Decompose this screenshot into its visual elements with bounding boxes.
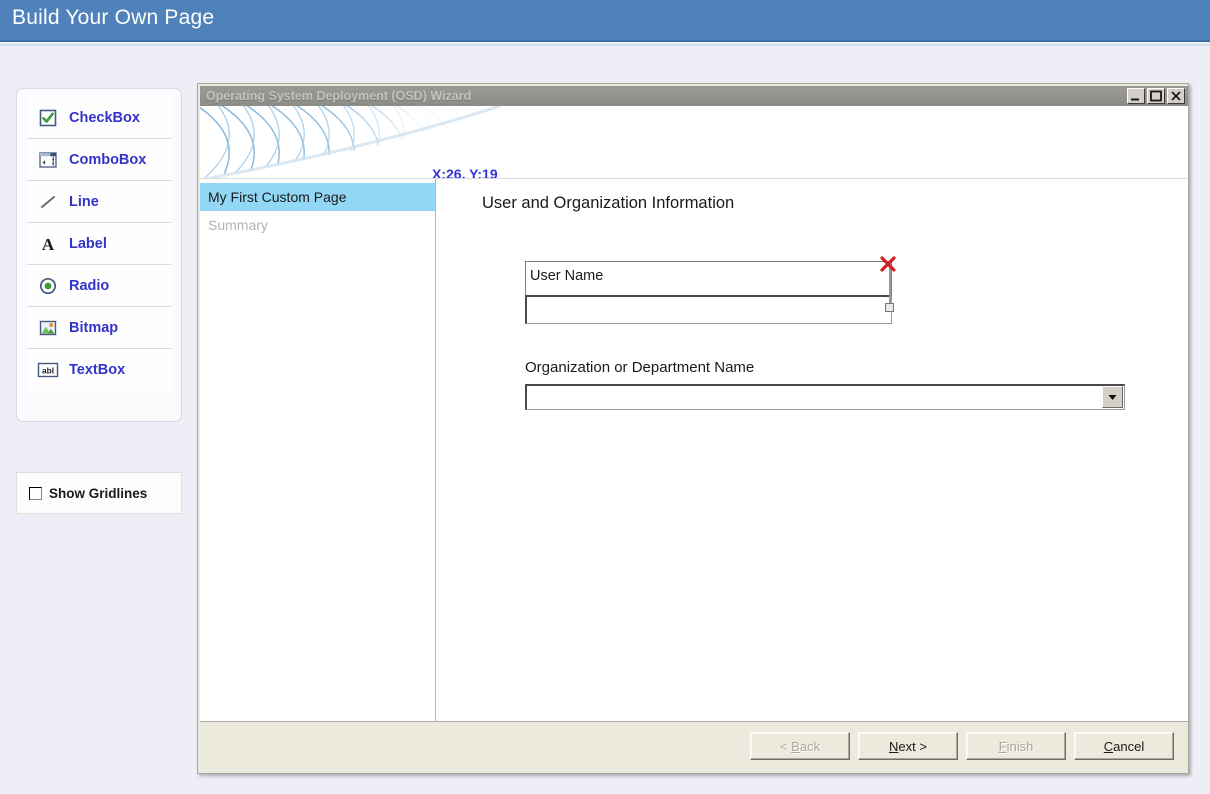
organization-control-group[interactable]: Organization or Department Name (525, 359, 1125, 410)
label-icon: A (37, 233, 59, 255)
chevron-down-icon[interactable] (1102, 386, 1123, 408)
show-gridlines-row[interactable]: Show Gridlines (16, 472, 182, 514)
window-controls (1127, 88, 1185, 104)
tool-label: Label (69, 235, 107, 252)
organization-label: Organization or Department Name (525, 359, 755, 376)
tool-label: TextBox (69, 362, 126, 378)
next-button-label: Next > (889, 738, 927, 754)
organization-combobox[interactable] (525, 384, 1125, 410)
wizard-title: Operating System Deployment (OSD) Wizard (206, 89, 472, 103)
header-underline (0, 44, 1210, 47)
tool-label: Bitmap (69, 319, 119, 336)
wizard-body: My First Custom Page Summary User and Or… (200, 178, 1188, 721)
finish-button[interactable]: Finish (966, 732, 1066, 760)
tool-item-radio[interactable]: Radio (27, 265, 171, 307)
tool-label: ComboBox (69, 151, 147, 168)
username-control-group[interactable]: User Name (525, 256, 896, 324)
delete-x-marker-icon (880, 256, 896, 272)
close-icon[interactable] (1167, 88, 1185, 104)
tool-label: Line (69, 193, 99, 210)
cursor-coordinates: X:26, Y:19 (432, 166, 498, 178)
wizard-titlebar[interactable]: Operating System Deployment (OSD) Wizard (200, 86, 1188, 106)
next-button[interactable]: Next > (858, 732, 958, 760)
tool-item-combobox[interactable]: ComboBox (27, 139, 171, 181)
tool-item-label[interactable]: A Label (27, 223, 171, 265)
osd-wizard-window: Operating System Deployment (OSD) Wizard (197, 83, 1189, 774)
svg-text:A: A (42, 235, 55, 254)
bitmap-icon (37, 317, 59, 339)
back-button[interactable]: < Back (750, 732, 850, 760)
tool-item-checkbox[interactable]: CheckBox (27, 97, 171, 139)
content-heading: User and Organization Information (482, 194, 735, 212)
username-input[interactable] (525, 295, 892, 324)
app-header: Build Your Own Page (0, 0, 1210, 42)
nav-item-label: Summary (208, 217, 268, 233)
cancel-button[interactable]: Cancel (1074, 732, 1174, 760)
finish-button-label: Finish (998, 738, 1034, 754)
combobox-icon (37, 149, 59, 171)
tool-item-line[interactable]: Line (27, 181, 171, 223)
checkbox-icon (37, 107, 59, 129)
page-root: Build Your Own Page CheckBox ComboBox Li… (0, 0, 1210, 794)
tool-item-bitmap[interactable]: Bitmap (27, 307, 171, 349)
tool-item-textbox[interactable]: abl TextBox (27, 349, 171, 391)
svg-text:abl: abl (42, 366, 54, 376)
maximize-icon[interactable] (1147, 88, 1165, 104)
radio-icon (37, 275, 59, 297)
show-gridlines-checkbox[interactable] (29, 486, 42, 500)
resize-handle[interactable] (885, 303, 894, 312)
page-title: Build Your Own Page (12, 6, 215, 29)
tool-label: Radio (69, 277, 110, 294)
back-button-label: < Back (779, 738, 821, 754)
nav-item-label: My First Custom Page (208, 189, 347, 205)
wizard-button-bar: < Back Next > Finish Cancel (750, 732, 1174, 760)
cancel-button-label: Cancel (1103, 738, 1145, 754)
toolbox-panel: CheckBox ComboBox Line A Label Radio Bit… (16, 88, 182, 422)
line-icon (37, 191, 59, 213)
tool-label: CheckBox (69, 109, 140, 126)
banner-lattice-graphic (200, 106, 1188, 178)
username-label-box[interactable]: User Name (525, 261, 892, 297)
wizard-footer: < Back Next > Finish Cancel (200, 721, 1188, 771)
textbox-icon: abl (37, 359, 59, 381)
show-gridlines-label: Show Gridlines (49, 485, 148, 501)
nav-item-my-first-custom-page[interactable]: My First Custom Page (200, 183, 435, 211)
wizard-content-pane: User and Organization Information User N… (436, 179, 1188, 721)
wizard-nav-pane: My First Custom Page Summary (200, 179, 436, 721)
wizard-banner: X:26, Y:19 (200, 106, 1188, 178)
minimize-icon[interactable] (1127, 88, 1145, 104)
nav-item-summary[interactable]: Summary (200, 211, 435, 239)
username-label: User Name (530, 268, 604, 284)
